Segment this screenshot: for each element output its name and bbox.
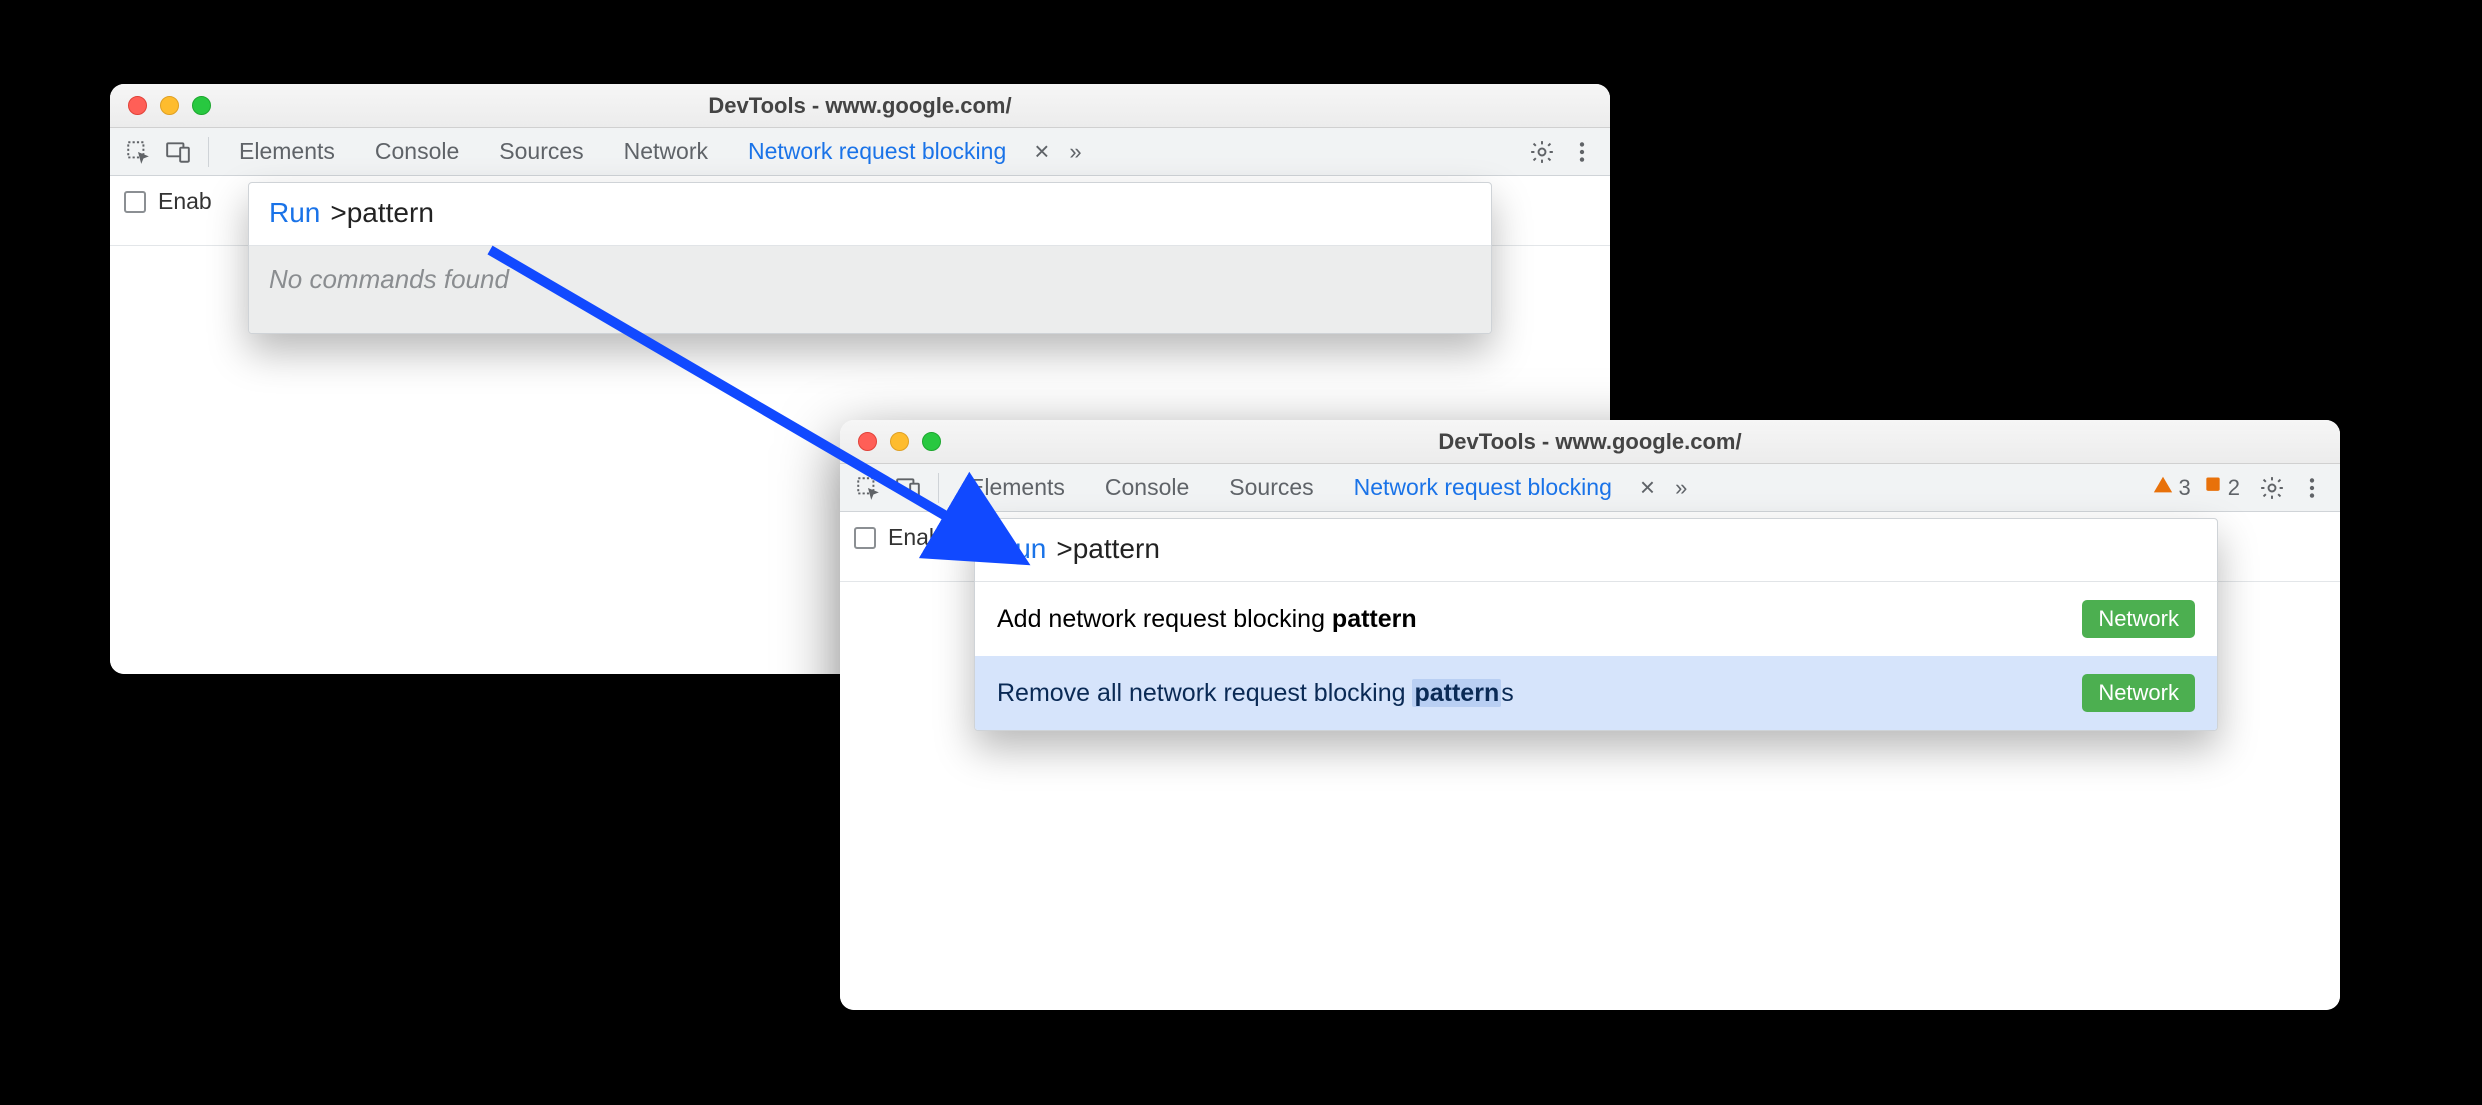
- toolbar-divider: [938, 473, 939, 503]
- device-toolbar-icon[interactable]: [890, 470, 926, 506]
- command-result-text: Remove all network request blocking patt…: [997, 679, 1514, 708]
- command-result-text: Add network request blocking pattern: [997, 605, 1417, 634]
- more-menu-icon[interactable]: [1564, 134, 1600, 170]
- command-palette-input-row[interactable]: Run >pattern: [975, 519, 2217, 582]
- issue-icon: [2203, 475, 2223, 501]
- warnings-count-value: 3: [2179, 475, 2191, 501]
- inspect-element-icon[interactable]: [850, 470, 886, 506]
- run-prefix: Run: [995, 533, 1046, 565]
- close-window-button[interactable]: [128, 96, 147, 115]
- tab-console[interactable]: Console: [357, 128, 477, 175]
- close-tab-icon[interactable]: ×: [1634, 472, 1661, 503]
- issues-count-value: 2: [2228, 475, 2240, 501]
- command-category-badge: Network: [2082, 674, 2195, 712]
- minimize-window-button[interactable]: [160, 96, 179, 115]
- more-tabs-icon[interactable]: »: [1665, 475, 1693, 501]
- enable-checkbox-label-partial: Enab: [888, 524, 942, 551]
- more-menu-icon[interactable]: [2294, 470, 2330, 506]
- maximize-window-button[interactable]: [192, 96, 211, 115]
- command-palette: Run >pattern No commands found: [248, 182, 1492, 334]
- window-title: DevTools - www.google.com/: [110, 93, 1610, 119]
- tab-sources[interactable]: Sources: [481, 128, 601, 175]
- titlebar: DevTools - www.google.com/: [840, 420, 2340, 464]
- window-traffic-lights: [128, 96, 211, 115]
- window-title: DevTools - www.google.com/: [840, 429, 2340, 455]
- warning-icon: [2152, 474, 2174, 502]
- maximize-window-button[interactable]: [922, 432, 941, 451]
- command-result-remove-patterns[interactable]: Remove all network request blocking patt…: [975, 656, 2217, 730]
- device-toolbar-icon[interactable]: [160, 134, 196, 170]
- settings-icon[interactable]: [2254, 470, 2290, 506]
- toolbar-divider: [208, 137, 209, 167]
- tab-elements[interactable]: Elements: [951, 464, 1083, 511]
- inspect-element-icon[interactable]: [120, 134, 156, 170]
- tab-console[interactable]: Console: [1087, 464, 1207, 511]
- more-tabs-icon[interactable]: »: [1059, 139, 1087, 165]
- command-palette-input-row[interactable]: Run >pattern: [249, 183, 1491, 246]
- enable-checkbox[interactable]: [854, 527, 876, 549]
- enable-checkbox-label-partial: Enab: [158, 188, 212, 215]
- command-category-badge: Network: [2082, 600, 2195, 638]
- command-query: >pattern: [330, 197, 434, 229]
- tab-elements[interactable]: Elements: [221, 128, 353, 175]
- devtools-window-after: DevTools - www.google.com/ Elements Cons…: [840, 420, 2340, 1010]
- close-window-button[interactable]: [858, 432, 877, 451]
- tab-network-request-blocking[interactable]: Network request blocking: [1336, 464, 1630, 511]
- devtools-toolbar: Elements Console Sources Network Network…: [110, 128, 1610, 176]
- window-traffic-lights: [858, 432, 941, 451]
- enable-checkbox[interactable]: [124, 191, 146, 213]
- run-prefix: Run: [269, 197, 320, 229]
- close-tab-icon[interactable]: ×: [1028, 136, 1055, 167]
- warnings-count[interactable]: 3: [2152, 474, 2191, 502]
- devtools-toolbar: Elements Console Sources Network request…: [840, 464, 2340, 512]
- tab-network-request-blocking[interactable]: Network request blocking: [730, 128, 1024, 175]
- issues-count[interactable]: 2: [2203, 475, 2240, 501]
- command-palette: Run >pattern Add network request blockin…: [974, 518, 2218, 731]
- settings-icon[interactable]: [1524, 134, 1560, 170]
- tab-sources[interactable]: Sources: [1211, 464, 1331, 511]
- minimize-window-button[interactable]: [890, 432, 909, 451]
- no-results-message: No commands found: [249, 246, 1491, 333]
- command-query: >pattern: [1056, 533, 1160, 565]
- titlebar: DevTools - www.google.com/: [110, 84, 1610, 128]
- command-result-add-pattern[interactable]: Add network request blocking pattern Net…: [975, 582, 2217, 656]
- tab-network[interactable]: Network: [606, 128, 726, 175]
